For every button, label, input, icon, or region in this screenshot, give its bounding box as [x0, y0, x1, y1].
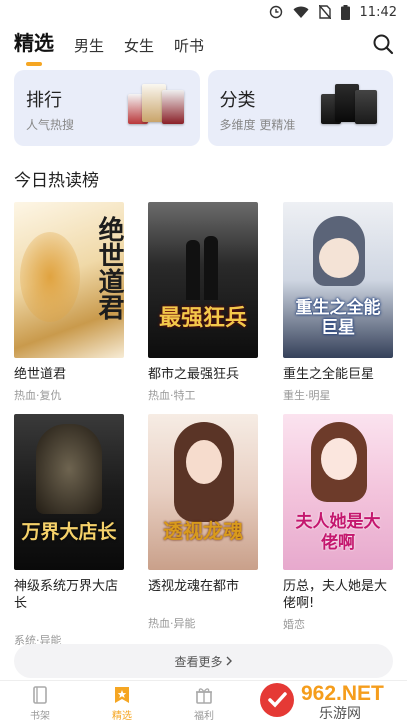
- book-cover-title: 绝世道君: [94, 216, 124, 320]
- category-book-thumbnails: [321, 84, 381, 132]
- status-time: 11:42: [359, 4, 397, 20]
- book-card[interactable]: 重生之全能巨星 重生之全能巨星 重生·明星: [283, 202, 393, 403]
- book-cover-title: 透视龙魂: [163, 519, 243, 543]
- book-tags: 重生·明星: [283, 389, 331, 402]
- view-more-label: 查看更多: [174, 654, 223, 669]
- bookshelf-icon: [33, 686, 47, 704]
- status-bar: 11:42: [0, 0, 407, 24]
- section-title: 今日热读榜: [14, 171, 99, 191]
- book-title: 都市之最强狂兵: [148, 367, 240, 382]
- top-tabs: 精选 男生 女生 听书: [0, 26, 407, 66]
- search-icon[interactable]: [371, 32, 395, 56]
- battery-icon: [340, 4, 350, 20]
- book-tags: 热血·异能: [148, 617, 196, 630]
- alarm-icon: [269, 5, 282, 19]
- book-card[interactable]: 绝世道君 绝世道君 热血·复仇: [14, 202, 124, 403]
- ranking-card[interactable]: 排行 人气热搜: [14, 70, 200, 146]
- no-sim-icon: [318, 5, 331, 19]
- wifi-icon: [293, 6, 309, 18]
- bottom-nav-welfare-label: 福利: [194, 711, 214, 722]
- book-card[interactable]: 夫人她是大佬啊 历总，夫人她是大佬啊! 婚恋: [283, 414, 393, 632]
- tab-female[interactable]: 女生: [124, 35, 154, 62]
- book-card[interactable]: 万界大店长 神级系统万界大店长 系统·异能: [14, 414, 124, 648]
- watermark-subtext: 乐游网: [319, 706, 361, 722]
- view-more-button[interactable]: 查看更多: [14, 644, 393, 678]
- bottom-nav-welfare[interactable]: 福利: [174, 685, 234, 722]
- tab-featured[interactable]: 精选: [14, 27, 54, 66]
- book-title: 历总，夫人她是大佬啊!: [283, 579, 388, 611]
- book-cover-title: 最强狂兵: [158, 305, 247, 331]
- watermark-logo: 962.NET 乐游网: [257, 676, 399, 722]
- chevron-right-icon: [226, 656, 232, 666]
- book-title: 重生之全能巨星: [283, 367, 375, 382]
- category-card[interactable]: 分类 多维度 更精准: [207, 70, 393, 146]
- book-card[interactable]: 最强狂兵 都市之最强狂兵 热血·特工: [148, 202, 258, 403]
- book-cover: 最强狂兵: [148, 202, 258, 358]
- book-cover-title: 重生之全能巨星: [295, 298, 381, 338]
- book-tags: 热血·特工: [148, 389, 196, 402]
- ranking-book-thumbnails: [127, 84, 188, 132]
- entry-cards: 排行 人气热搜 分类 多维度 更精准: [14, 70, 393, 146]
- book-cover-title: 夫人她是大佬啊: [295, 512, 381, 553]
- book-tags: 热血·复仇: [14, 389, 62, 402]
- book-cover-title: 万界大店长: [21, 521, 117, 543]
- book-title: 绝世道君: [14, 367, 67, 382]
- bottom-nav-featured[interactable]: 精选: [92, 685, 152, 722]
- star-badge-icon: [115, 687, 129, 703]
- bottom-nav-bookshelf-label: 书架: [30, 711, 50, 722]
- book-card[interactable]: 透视龙魂 透视龙魂在都市 热血·异能: [148, 414, 258, 631]
- book-title: 神级系统万界大店长: [14, 579, 119, 611]
- gift-icon: [196, 688, 212, 704]
- book-tags: 婚恋: [283, 618, 305, 631]
- book-cover: 夫人她是大佬啊: [283, 414, 393, 570]
- watermark-text: 962.NET: [301, 682, 384, 705]
- bottom-nav-bookshelf[interactable]: 书架: [10, 685, 70, 722]
- bottom-nav-featured-label: 精选: [112, 711, 132, 722]
- book-cover: 万界大店长: [14, 414, 124, 570]
- book-title: 透视龙魂在都市: [148, 579, 240, 594]
- tab-audiobook[interactable]: 听书: [174, 35, 204, 62]
- book-cover: 透视龙魂: [148, 414, 258, 570]
- tab-male[interactable]: 男生: [74, 35, 104, 62]
- book-cover: 重生之全能巨星: [283, 202, 393, 358]
- book-cover: 绝世道君: [14, 202, 124, 358]
